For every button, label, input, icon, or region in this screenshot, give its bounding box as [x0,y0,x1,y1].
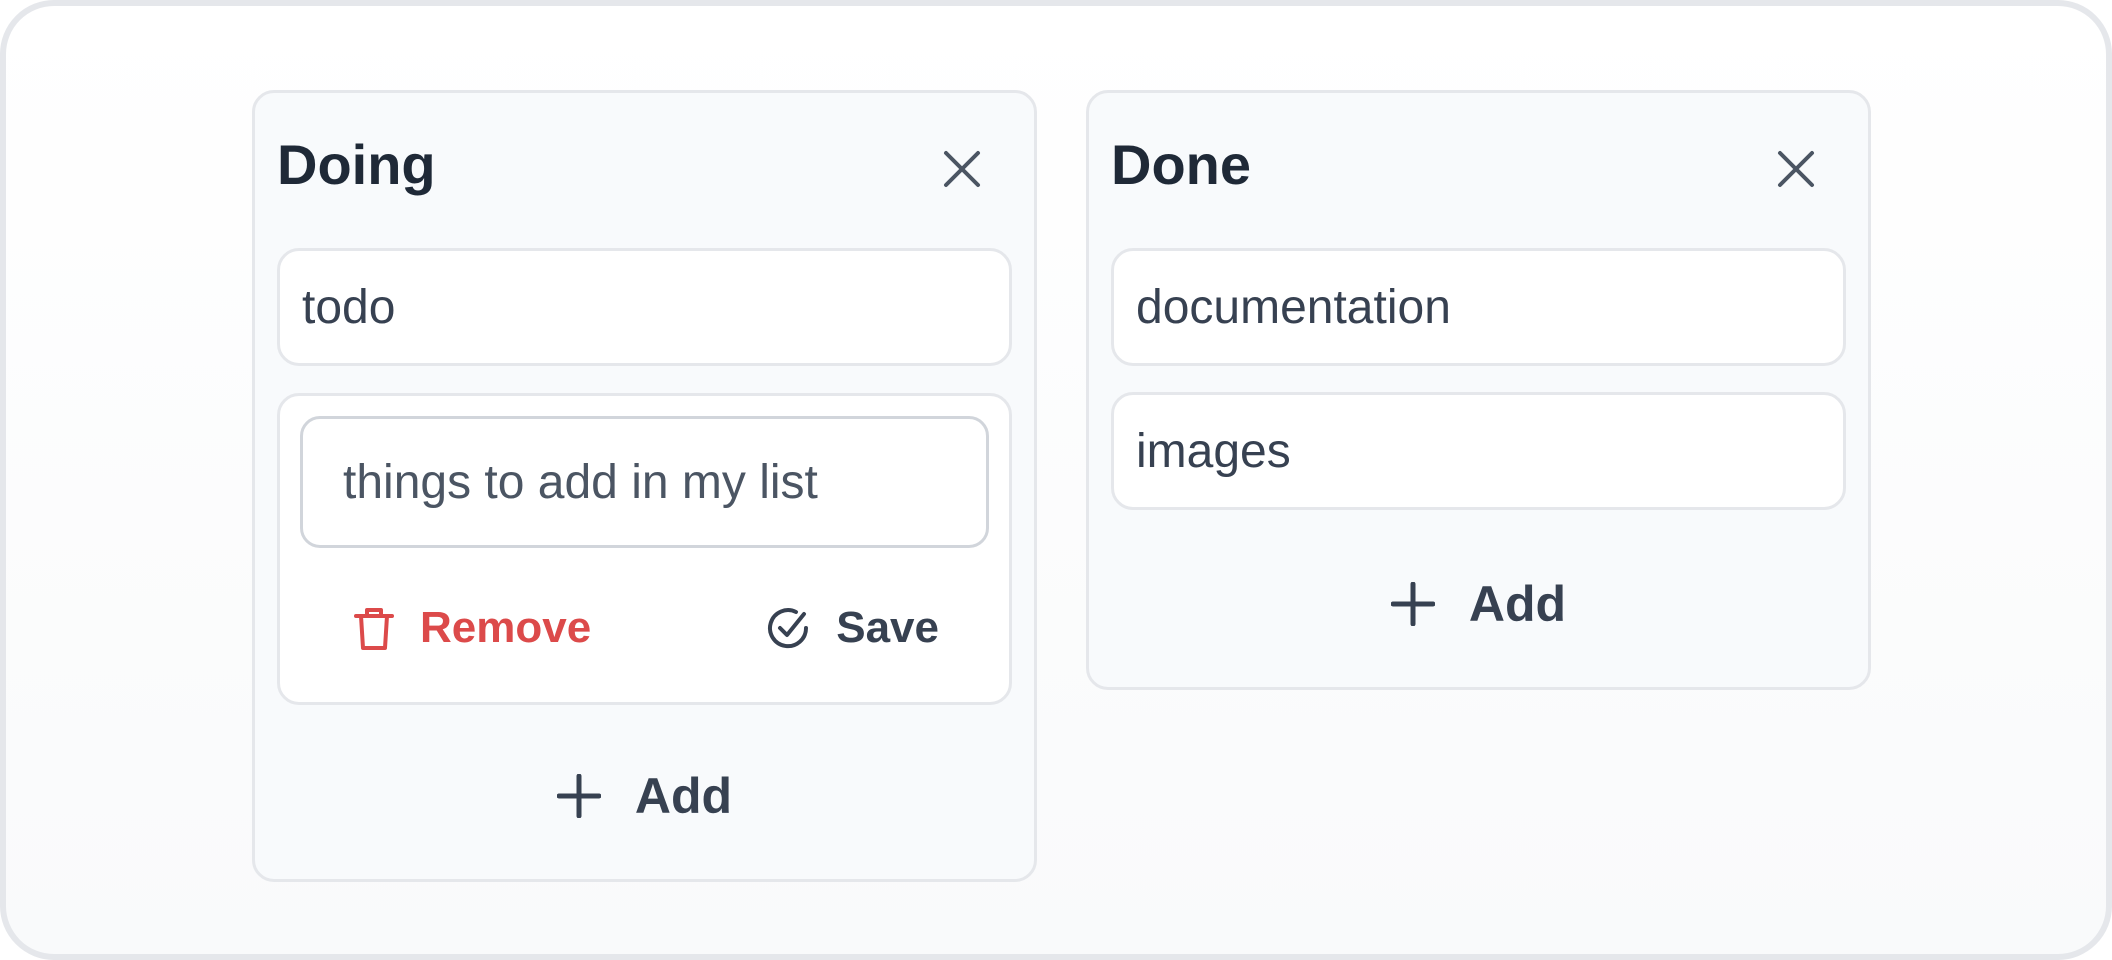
list-item[interactable]: documentation [1111,248,1846,366]
plus-icon [1390,582,1435,626]
list-item-text: documentation [1136,280,1451,334]
list-item[interactable]: images [1111,392,1846,510]
list-title: Doing [277,133,436,196]
new-item-input[interactable] [300,416,989,548]
plus-icon [556,774,601,818]
add-item-button[interactable]: Add [255,761,1034,831]
save-label: Save [836,603,939,652]
list-item[interactable]: todo [277,248,1012,366]
new-item-editor: Remove Save [277,393,1012,705]
list-done: Done documentation images Add [1086,90,1871,690]
list-title: Done [1111,133,1251,196]
add-item-button[interactable]: Add [1089,569,1868,639]
trash-icon [352,604,396,652]
app-frame: Doing todo R [0,0,2112,960]
remove-label: Remove [420,603,592,652]
add-label: Add [634,768,733,824]
save-button[interactable]: Save [764,598,939,658]
close-icon [1776,149,1816,189]
check-circle-icon [764,604,812,652]
list-item-text: todo [302,280,396,334]
close-icon [942,149,982,189]
close-list-button[interactable] [942,149,982,189]
list-item-text: images [1136,424,1291,478]
remove-button[interactable]: Remove [352,598,591,658]
add-label: Add [1468,576,1567,632]
close-list-button[interactable] [1776,149,1816,189]
list-doing: Doing todo R [252,90,1037,882]
